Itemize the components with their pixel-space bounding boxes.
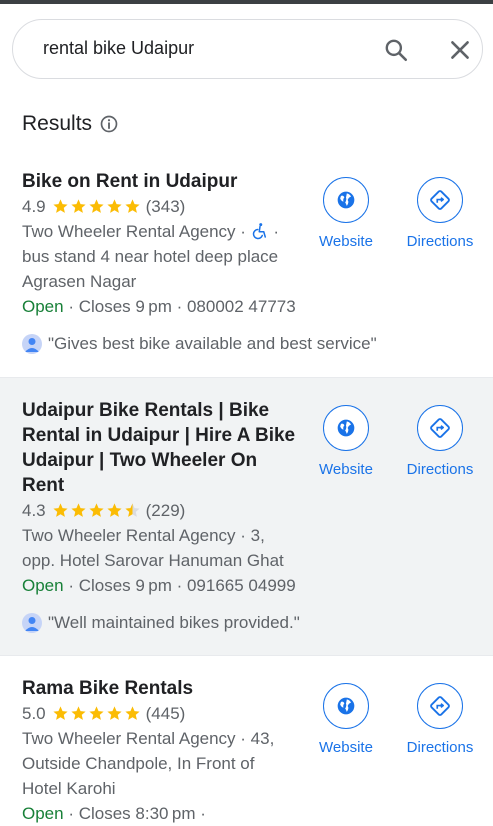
avatar xyxy=(22,613,42,633)
review-text: "Gives best bike available and best serv… xyxy=(48,334,377,353)
listing-name[interactable]: Rent xyxy=(22,473,312,498)
directions-circle[interactable] xyxy=(417,405,463,451)
directions-label[interactable]: Directions xyxy=(402,739,478,756)
star-icon xyxy=(89,706,104,720)
directions-label[interactable]: Directions xyxy=(402,461,478,478)
listing-name[interactable]: Bike on Rent in Udaipur xyxy=(22,169,312,194)
star-icon xyxy=(71,706,86,720)
star-icon xyxy=(71,199,86,213)
star-icon xyxy=(107,503,122,517)
star-icon xyxy=(125,503,140,517)
listing-card[interactable]: Bike on Rent in Udaipur 4.9 (343) Two Wh… xyxy=(0,155,493,377)
website-label[interactable]: Website xyxy=(308,233,384,250)
website-circle[interactable] xyxy=(323,683,369,729)
review-count: (445) xyxy=(145,704,186,723)
star-rating xyxy=(52,198,142,215)
rating-row: 4.9 (343) xyxy=(22,194,312,219)
rating-value: 4.3 xyxy=(22,501,46,520)
star-icon xyxy=(107,706,122,720)
listing-name[interactable]: Rental in Udaipur | Hire A Bike xyxy=(22,423,312,448)
review-count: (229) xyxy=(145,501,186,520)
rating-value: 4.9 xyxy=(22,197,46,216)
hours-line: Open · Closes 9 pm · 091665 04999 xyxy=(22,573,312,598)
directions-circle[interactable] xyxy=(417,177,463,223)
directions-button[interactable]: Directions xyxy=(402,177,478,250)
address-line: Hotel Karohi xyxy=(22,779,116,798)
open-status: Open xyxy=(22,297,64,316)
directions-icon xyxy=(430,190,450,210)
info-icon[interactable] xyxy=(99,114,119,134)
star-rating xyxy=(52,705,142,722)
address-line: Agrasen Nagar xyxy=(22,272,137,291)
star-icon xyxy=(89,503,104,517)
globe-icon xyxy=(337,697,355,715)
review-text: "Well maintained bikes provided." xyxy=(48,613,300,632)
wheelchair-accessible-icon xyxy=(252,223,266,240)
review-snippet: "Gives best bike available and best serv… xyxy=(22,332,377,356)
website-circle[interactable] xyxy=(323,405,369,451)
category-line: Two Wheeler Rental Agency · · xyxy=(22,222,280,241)
search-input[interactable]: rental bike Udaipur xyxy=(43,38,194,59)
listing-card[interactable]: Rama Bike Rentals 5.0 (445) Two Wheeler … xyxy=(0,656,493,823)
hours-phone: · Closes 9 pm · 091665 04999 xyxy=(63,576,296,595)
listing-name[interactable]: Udaipur | Two Wheeler On xyxy=(22,448,312,473)
star-icon xyxy=(53,503,68,517)
listing-name[interactable]: Udaipur Bike Rentals | Bike xyxy=(22,398,312,423)
open-status: Open xyxy=(22,804,64,823)
hours-line: Open · Closes 8:30 pm · xyxy=(22,801,312,826)
search-box[interactable]: rental bike Udaipur xyxy=(12,19,483,79)
website-label[interactable]: Website xyxy=(308,739,384,756)
star-icon xyxy=(107,199,122,213)
directions-icon xyxy=(430,696,450,716)
rating-row: 5.0 (445) xyxy=(22,701,312,726)
globe-icon xyxy=(337,191,355,209)
star-icon xyxy=(125,199,140,213)
website-button[interactable]: Website xyxy=(308,405,384,478)
review-count: (343) xyxy=(145,197,186,216)
listing-name[interactable]: Rama Bike Rentals xyxy=(22,676,312,701)
directions-button[interactable]: Directions xyxy=(402,683,478,756)
category-line: Two Wheeler Rental Agency · 43, xyxy=(22,729,275,748)
category-text: Two Wheeler Rental Agency · xyxy=(22,222,246,241)
directions-button[interactable]: Directions xyxy=(402,405,478,478)
results-title: Results xyxy=(22,112,93,135)
website-circle[interactable] xyxy=(323,177,369,223)
star-icon xyxy=(125,706,140,720)
avatar xyxy=(22,334,42,354)
directions-label[interactable]: Directions xyxy=(402,233,478,250)
top-bar xyxy=(0,0,493,4)
address-line: Outside Chandpole, In Front of xyxy=(22,754,255,773)
star-icon xyxy=(89,199,104,213)
address-line: bus stand 4 near hotel deep place xyxy=(22,247,279,266)
star-icon xyxy=(53,199,68,213)
star-icon xyxy=(71,503,86,517)
review-snippet: "Well maintained bikes provided." xyxy=(22,611,300,635)
open-status: Open xyxy=(22,576,64,595)
hours-phone: · Closes 9 pm · 080002 47773 xyxy=(63,297,296,316)
globe-icon xyxy=(337,419,355,437)
hours-line: Open · Closes 9 pm · 080002 47773 xyxy=(22,294,312,319)
hours-phone: · Closes 8:30 pm · xyxy=(63,804,206,823)
close-icon[interactable] xyxy=(447,37,473,63)
rating-row: 4.3 (229) xyxy=(22,498,312,523)
rating-value: 5.0 xyxy=(22,704,46,723)
website-label[interactable]: Website xyxy=(308,461,384,478)
address-line: opp. Hotel Sarovar Hanuman Ghat xyxy=(22,551,284,570)
directions-circle[interactable] xyxy=(417,683,463,729)
directions-icon xyxy=(430,418,450,438)
website-button[interactable]: Website xyxy=(308,683,384,756)
results-header: Results xyxy=(22,110,119,138)
category-line: Two Wheeler Rental Agency · 3, xyxy=(22,526,265,545)
website-button[interactable]: Website xyxy=(308,177,384,250)
star-rating xyxy=(52,502,142,519)
search-icon[interactable] xyxy=(383,37,409,63)
star-icon xyxy=(53,706,68,720)
listing-card[interactable]: Udaipur Bike Rentals | Bike Rental in Ud… xyxy=(0,377,493,656)
